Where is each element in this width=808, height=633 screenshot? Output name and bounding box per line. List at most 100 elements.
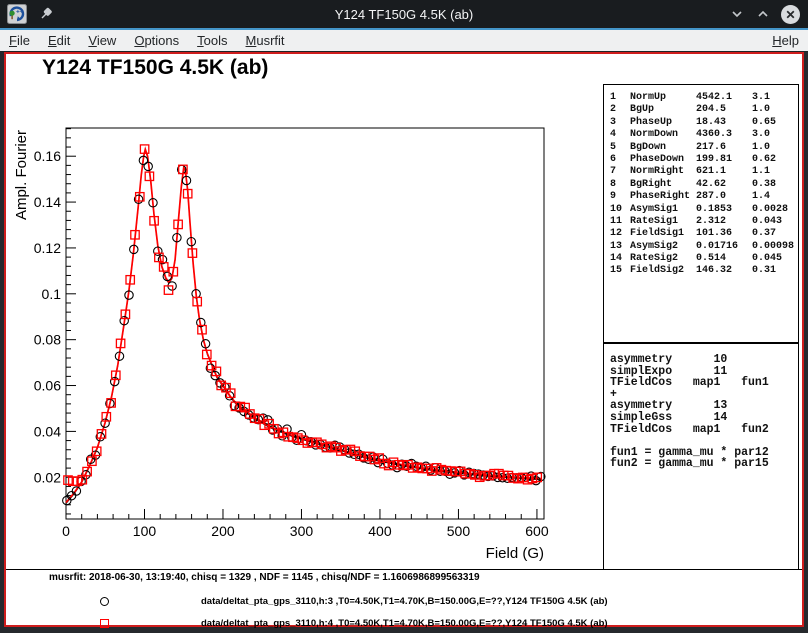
param-err: 0.00098 [752,241,794,253]
legend-label: data/deltat_pta_gps_3110,h:4 ,T0=4.50K,T… [201,618,608,629]
menu-item-view[interactable]: View [79,31,125,50]
param-name: RateSig2 [630,253,696,265]
param-row: 13AsymSig20.017160.00098 [604,241,798,253]
param-row: 4NormDown4360.33.0 [604,129,798,141]
param-val: 199.81 [696,154,752,166]
param-val: 0.01716 [696,241,752,253]
param-row: 2BgUp204.51.0 [604,104,798,116]
legend-row: data/deltat_pta_gps_3110,h:4 ,T0=4.50K,T… [6,618,786,632]
param-err: 1.4 [752,191,770,203]
param-row: 15FieldSig2146.320.31 [604,265,798,277]
root-canvas[interactable]: 01002003004005006000.020.040.060.080.10.… [4,52,804,627]
param-name: BgUp [630,104,696,116]
param-no: 2 [610,104,630,116]
param-no: 13 [610,241,630,253]
param-err: 1.0 [752,104,770,116]
param-val: 0.1853 [696,204,752,216]
fit-parameters-panel: 1NormUp4542.13.12BgUp204.51.03PhaseUp18.… [603,84,799,343]
param-no: 10 [610,204,630,216]
theory-text: asymmetry 10 simplExpo 11 TFieldCos map1… [610,354,798,470]
param-no: 9 [610,191,630,203]
plot-title: Y124 TF150G 4.5K (ab) [42,56,268,80]
fit-status-line: musrfit: 2018-06-30, 13:19:40, chisq = 1… [49,572,480,583]
param-name: NormRight [630,166,696,178]
param-name: BgRight [630,179,696,191]
param-name: NormDown [630,129,696,141]
param-row: 5BgDown217.61.0 [604,142,798,154]
param-val: 42.62 [696,179,752,191]
maximize-button[interactable] [755,6,771,22]
param-name: RateSig1 [630,216,696,228]
param-no: 5 [610,142,630,154]
param-val: 287.0 [696,191,752,203]
param-val: 4542.1 [696,92,752,104]
param-val: 204.5 [696,104,752,116]
param-err: 0.045 [752,253,782,265]
param-name: FieldSig2 [630,265,696,277]
pad-divider-line [6,569,802,570]
title-bar[interactable]: ++ Y124 TF150G 4.5K (ab) [0,0,808,28]
menu-item-tools[interactable]: Tools [188,31,236,50]
svg-text:0.16: 0.16 [34,148,61,164]
param-name: AsymSig1 [630,204,696,216]
menu-item-file[interactable]: File [0,31,39,50]
window-title: Y124 TF150G 4.5K (ab) [0,7,808,22]
svg-text:0.02: 0.02 [34,469,61,485]
param-err: 3.1 [752,92,770,104]
menu-item-edit[interactable]: Edit [39,31,79,50]
param-no: 3 [610,117,630,129]
close-button[interactable] [781,5,800,24]
close-icon [785,9,796,20]
param-err: 3.0 [752,129,770,141]
menu-item-options[interactable]: Options [125,31,188,50]
param-val: 101.36 [696,228,752,240]
param-err: 1.1 [752,166,770,178]
svg-text:300: 300 [290,523,314,539]
svg-text:100: 100 [133,523,157,539]
param-err: 0.38 [752,179,776,191]
param-err: 0.31 [752,265,776,277]
svg-text:600: 600 [525,523,549,539]
param-err: 0.043 [752,216,782,228]
param-val: 4360.3 [696,129,752,141]
param-row: 7NormRight621.11.1 [604,166,798,178]
minimize-button[interactable] [729,6,745,22]
square-marker-icon [100,619,109,628]
param-val: 18.43 [696,117,752,129]
param-no: 6 [610,154,630,166]
param-row: 3PhaseUp18.430.65 [604,117,798,129]
param-err: 1.0 [752,142,770,154]
param-no: 7 [610,166,630,178]
param-name: PhaseUp [630,117,696,129]
param-no: 14 [610,253,630,265]
svg-text:0: 0 [62,523,70,539]
legend-label: data/deltat_pta_gps_3110,h:3 ,T0=4.50K,T… [201,596,608,607]
param-val: 621.1 [696,166,752,178]
param-row: 14RateSig20.5140.045 [604,253,798,265]
svg-text:0.04: 0.04 [34,423,61,439]
param-no: 11 [610,216,630,228]
param-row: 8BgRight42.620.38 [604,179,798,191]
param-no: 15 [610,265,630,277]
menu-bar: FileEditViewOptionsToolsMusrfit Help [0,30,808,52]
param-name: AsymSig2 [630,241,696,253]
param-name: NormUp [630,92,696,104]
param-no: 4 [610,129,630,141]
param-val: 146.32 [696,265,752,277]
legend-row: data/deltat_pta_gps_3110,h:3 ,T0=4.50K,T… [6,596,786,610]
svg-text:0.06: 0.06 [34,378,61,394]
param-err: 0.0028 [752,204,788,216]
svg-text:200: 200 [211,523,235,539]
param-no: 1 [610,92,630,104]
theory-panel: asymmetry 10 simplExpo 11 TFieldCos map1… [603,343,799,570]
menu-item-help[interactable]: Help [763,31,808,50]
param-name: FieldSig1 [630,228,696,240]
param-name: BgDown [630,142,696,154]
svg-text:0.1: 0.1 [42,286,62,302]
x-axis-title: Field (G) [486,545,544,562]
param-no: 12 [610,228,630,240]
param-row: 11RateSig12.3120.043 [604,216,798,228]
param-row: 12FieldSig1101.360.37 [604,228,798,240]
param-name: PhaseRight [630,191,696,203]
menu-item-musrfit[interactable]: Musrfit [237,31,294,50]
